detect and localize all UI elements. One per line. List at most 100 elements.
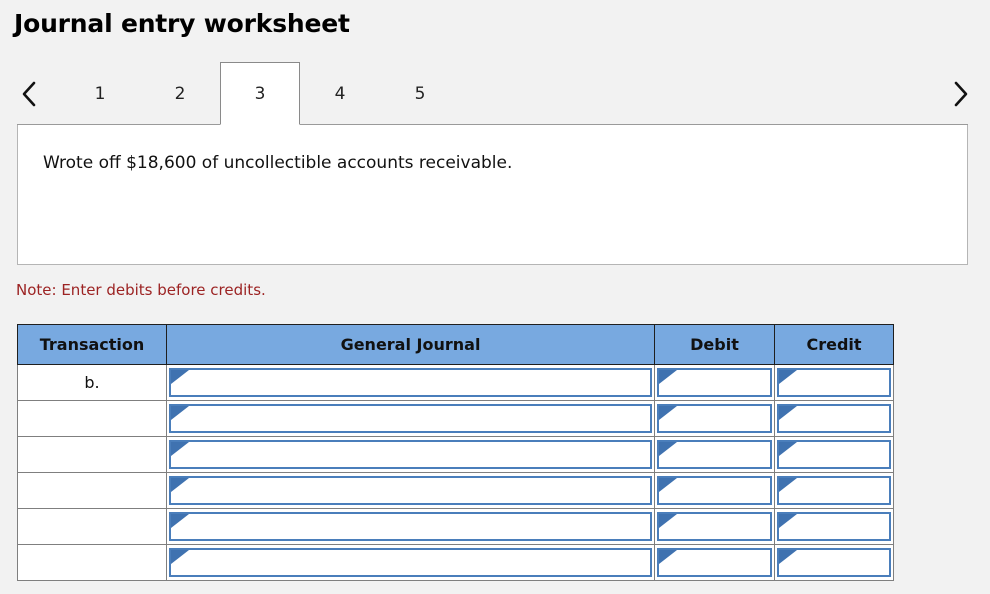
dropdown-triangle-icon <box>779 514 797 528</box>
tab-4-label: 4 <box>334 83 346 104</box>
debit-cell-2[interactable] <box>654 400 775 437</box>
dropdown-triangle-icon <box>779 478 797 492</box>
dropdown-triangle-icon <box>659 514 677 528</box>
transaction-cell-3[interactable] <box>17 436 167 473</box>
journal-entry-table: Transaction General Journal Debit Credit… <box>17 324 894 581</box>
debit-cell-3[interactable] <box>654 436 775 473</box>
general-journal-input-5[interactable] <box>169 512 652 541</box>
table-row <box>17 400 894 437</box>
dropdown-triangle-icon <box>659 478 677 492</box>
debit-cell-6[interactable] <box>654 544 775 581</box>
transaction-description-panel: Wrote off $18,600 of uncollectible accou… <box>17 125 968 265</box>
credit-cell-6[interactable] <box>774 544 894 581</box>
dropdown-triangle-icon <box>659 370 677 384</box>
credit-input-2[interactable] <box>777 404 891 433</box>
credit-input-5[interactable] <box>777 512 891 541</box>
dropdown-triangle-icon <box>779 550 797 564</box>
dropdown-triangle-icon <box>171 514 189 528</box>
dropdown-triangle-icon <box>659 442 677 456</box>
debit-cell-1[interactable] <box>654 364 775 401</box>
transaction-cell-1[interactable]: b. <box>17 364 167 401</box>
column-header-transaction: Transaction <box>17 324 167 365</box>
previous-worksheet-button[interactable] <box>8 62 50 125</box>
debit-input-4[interactable] <box>657 476 772 505</box>
general-journal-cell-2[interactable] <box>166 400 655 437</box>
general-journal-cell-5[interactable] <box>166 508 655 545</box>
debit-cell-5[interactable] <box>654 508 775 545</box>
dropdown-triangle-icon <box>171 370 189 384</box>
dropdown-triangle-icon <box>779 406 797 420</box>
general-journal-cell-4[interactable] <box>166 472 655 509</box>
transaction-cell-2[interactable] <box>17 400 167 437</box>
general-journal-input-1[interactable] <box>169 368 652 397</box>
transaction-cell-6[interactable] <box>17 544 167 581</box>
tab-3[interactable]: 3 <box>220 62 300 125</box>
page-title: Journal entry worksheet <box>14 9 350 38</box>
dropdown-triangle-icon <box>171 478 189 492</box>
general-journal-cell-3[interactable] <box>166 436 655 473</box>
transaction-cell-4[interactable] <box>17 472 167 509</box>
credit-input-1[interactable] <box>777 368 891 397</box>
dropdown-triangle-icon <box>659 406 677 420</box>
general-journal-cell-6[interactable] <box>166 544 655 581</box>
journal-table-body: b. <box>17 364 894 581</box>
dropdown-triangle-icon <box>171 442 189 456</box>
credit-cell-5[interactable] <box>774 508 894 545</box>
worksheet-tabstrip: 1 2 3 4 5 <box>0 62 990 126</box>
next-worksheet-button[interactable] <box>940 62 982 125</box>
general-journal-value-2 <box>171 406 650 410</box>
tab-2-label: 2 <box>174 83 186 104</box>
journal-entry-worksheet-page: Journal entry worksheet 1 2 3 4 5 Wrote … <box>0 0 990 594</box>
debit-cell-4[interactable] <box>654 472 775 509</box>
tab-4[interactable]: 4 <box>300 62 380 125</box>
credit-cell-4[interactable] <box>774 472 894 509</box>
chevron-left-icon <box>19 79 39 109</box>
general-journal-value-6 <box>171 550 650 554</box>
column-header-credit: Credit <box>774 324 894 365</box>
credit-input-6[interactable] <box>777 548 891 577</box>
credit-input-3[interactable] <box>777 440 891 469</box>
dropdown-triangle-icon <box>659 550 677 564</box>
credit-cell-3[interactable] <box>774 436 894 473</box>
debit-input-3[interactable] <box>657 440 772 469</box>
dropdown-triangle-icon <box>779 370 797 384</box>
tab-2[interactable]: 2 <box>140 62 220 125</box>
column-header-debit: Debit <box>654 324 775 365</box>
debits-before-credits-note: Note: Enter debits before credits. <box>16 281 266 299</box>
credit-input-4[interactable] <box>777 476 891 505</box>
general-journal-value-4 <box>171 478 650 482</box>
general-journal-input-3[interactable] <box>169 440 652 469</box>
journal-header-row: Transaction General Journal Debit Credit <box>17 324 894 365</box>
debit-input-5[interactable] <box>657 512 772 541</box>
table-row <box>17 544 894 581</box>
dropdown-triangle-icon <box>171 550 189 564</box>
column-header-general-journal: General Journal <box>166 324 655 365</box>
tab-5[interactable]: 5 <box>380 62 460 125</box>
chevron-right-icon <box>951 79 971 109</box>
general-journal-value-5 <box>171 514 650 518</box>
tab-1-label: 1 <box>94 83 106 104</box>
table-row <box>17 508 894 545</box>
journal-table-head: Transaction General Journal Debit Credit <box>17 324 894 365</box>
credit-cell-2[interactable] <box>774 400 894 437</box>
debit-input-1[interactable] <box>657 368 772 397</box>
dropdown-triangle-icon <box>171 406 189 420</box>
table-row <box>17 436 894 473</box>
debit-input-6[interactable] <box>657 548 772 577</box>
general-journal-input-6[interactable] <box>169 548 652 577</box>
tab-5-label: 5 <box>414 83 426 104</box>
tab-1[interactable]: 1 <box>60 62 140 125</box>
general-journal-input-2[interactable] <box>169 404 652 433</box>
transaction-cell-5[interactable] <box>17 508 167 545</box>
general-journal-input-4[interactable] <box>169 476 652 505</box>
table-row: b. <box>17 364 894 401</box>
general-journal-value-3 <box>171 442 650 446</box>
general-journal-value-1 <box>171 370 650 374</box>
tab-3-label: 3 <box>254 83 266 104</box>
debit-input-2[interactable] <box>657 404 772 433</box>
dropdown-triangle-icon <box>779 442 797 456</box>
transaction-description: Wrote off $18,600 of uncollectible accou… <box>43 153 513 173</box>
worksheet-tab-list: 1 2 3 4 5 <box>60 62 460 125</box>
general-journal-cell-1[interactable] <box>166 364 655 401</box>
credit-cell-1[interactable] <box>774 364 894 401</box>
